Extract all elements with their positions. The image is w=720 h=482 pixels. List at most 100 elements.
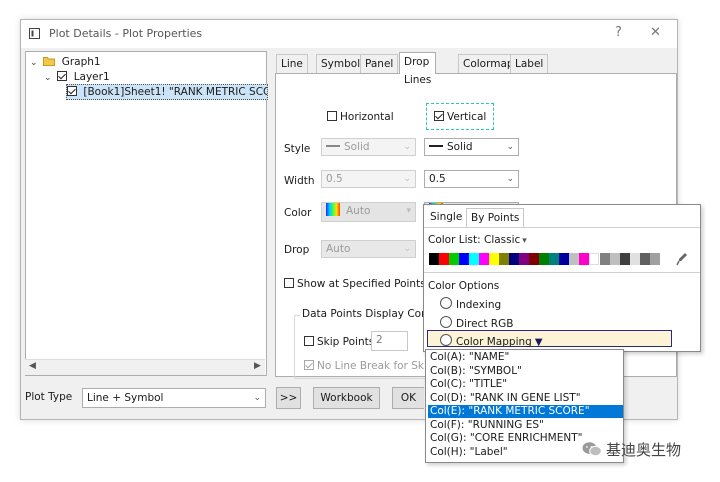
color-swatch[interactable] <box>549 253 559 265</box>
list-item[interactable]: Col(F): "RUNNING ES" <box>428 419 623 432</box>
color-mapping-radio[interactable] <box>440 334 452 346</box>
chevron-down-icon[interactable]: ⌄ <box>506 171 514 187</box>
list-item[interactable]: Col(A): "NAME" <box>428 351 623 364</box>
color-swatch[interactable] <box>459 253 469 265</box>
option-color-mapping[interactable]: Color Mapping ▼ <box>440 334 543 348</box>
show-at-points-option[interactable]: Show at Specified Points On <box>284 278 444 290</box>
chevron-down-icon: ⌄ <box>403 142 411 152</box>
skip-points-option[interactable]: Skip Points <box>304 336 374 348</box>
plot-type-label: Plot Type <box>25 391 73 403</box>
line-style-icon <box>326 145 340 147</box>
no-line-break-label: No Line Break for Skipp <box>317 360 441 372</box>
color-list-label: Color List: Classic <box>428 234 521 246</box>
chevron-down-icon[interactable]: ⌄ <box>506 139 514 155</box>
chevron-down-icon[interactable]: ⌄ <box>253 389 261 407</box>
vertical-checkbox[interactable] <box>434 111 444 121</box>
option-direct-rgb[interactable]: Direct RGB <box>440 316 513 330</box>
close-button[interactable]: ✕ <box>650 25 661 40</box>
eyedropper-icon[interactable] <box>676 252 688 266</box>
caret-down-icon: ▾ <box>406 206 411 216</box>
color-swatch[interactable] <box>630 253 640 265</box>
color-swatch[interactable] <box>569 253 579 265</box>
color-swatch[interactable] <box>559 253 569 265</box>
vertical-option[interactable]: Vertical <box>434 111 486 123</box>
ok-button[interactable]: OK <box>392 387 424 409</box>
chevron-down-icon[interactable]: ⌄ <box>30 56 40 70</box>
color-swatch[interactable] <box>640 253 650 265</box>
color-swatch[interactable] <box>519 253 529 265</box>
color-swatch[interactable] <box>499 253 509 265</box>
color-chooser-popup: Single By Points Color List: Classic ▾ Co… <box>423 204 701 352</box>
color-swatch[interactable] <box>509 253 519 265</box>
list-item-selected[interactable]: Col(E): "RANK METRIC SCORE" <box>428 405 623 418</box>
help-button[interactable]: ? <box>615 25 622 40</box>
watermark: 基迪奥生物 <box>582 439 681 460</box>
scroll-left-icon[interactable]: ◀ <box>29 361 36 371</box>
scroll-right-icon[interactable]: ▶ <box>254 361 261 371</box>
line-style-icon <box>429 145 443 147</box>
color-swatch[interactable] <box>610 253 620 265</box>
window-icon <box>29 28 40 39</box>
window-title: Plot Details - Plot Properties <box>49 27 203 40</box>
v-width-select[interactable]: 0.5 ⌄ <box>424 170 519 188</box>
option-indexing[interactable]: Indexing <box>440 297 501 311</box>
show-at-points-checkbox[interactable] <box>284 278 294 288</box>
color-list-select[interactable]: Color List: Classic ▾ <box>428 234 527 246</box>
list-item[interactable]: Col(C): "TITLE" <box>428 378 623 391</box>
color-swatch[interactable] <box>529 253 539 265</box>
caret-down-icon[interactable]: ▾ <box>522 236 527 246</box>
color-swatch[interactable] <box>600 253 610 265</box>
caret-down-icon[interactable]: ▼ <box>535 337 543 348</box>
tab-label[interactable]: Label <box>510 54 549 73</box>
color-swatch[interactable] <box>449 253 459 265</box>
expand-button[interactable]: >> <box>276 387 301 409</box>
horizontal-option[interactable]: Horizontal <box>327 111 394 123</box>
skip-points-checkbox[interactable] <box>304 336 314 346</box>
object-tree[interactable]: ⌄ Graph1 ⌄ Layer1 [Book1]Sheet1! "RANK M… <box>25 51 268 376</box>
popup-divider <box>424 227 700 228</box>
color-swatch[interactable] <box>579 253 589 265</box>
list-item[interactable]: Col(B): "SYMBOL" <box>428 365 623 378</box>
plot-type-select[interactable]: Line + Symbol ⌄ <box>82 388 266 408</box>
tab-by-points[interactable]: By Points <box>466 208 525 228</box>
show-at-points-label: Show at Specified Points On <box>297 278 444 290</box>
v-style-select[interactable]: Solid ⌄ <box>424 138 519 156</box>
color-swatch[interactable] <box>439 253 449 265</box>
color-mapping-label: Color Mapping <box>456 336 532 348</box>
layer-checkbox[interactable] <box>57 71 68 81</box>
workbook-button[interactable]: Workbook <box>313 387 380 409</box>
color-gradient-icon <box>326 203 340 216</box>
tab-symbol[interactable]: Symbol <box>316 54 366 73</box>
chevron-down-icon[interactable]: ⌄ <box>44 71 54 85</box>
tree-horizontal-scrollbar[interactable]: ◀ ▶ <box>25 359 265 375</box>
h-drop-value: Auto <box>326 243 351 255</box>
tab-line[interactable]: Line <box>276 54 308 73</box>
tree-item-graph[interactable]: ⌄ Graph1 <box>30 55 101 69</box>
color-swatch[interactable] <box>429 253 439 265</box>
color-swatch[interactable] <box>489 253 499 265</box>
skip-points-input[interactable]: 2 <box>371 331 408 351</box>
color-swatch[interactable] <box>539 253 549 265</box>
no-line-break-checkbox <box>304 360 314 370</box>
color-options-label: Color Options <box>428 280 500 292</box>
color-swatch[interactable] <box>620 253 630 265</box>
color-swatch[interactable] <box>479 253 489 265</box>
wechat-icon <box>582 442 602 457</box>
tree-item-label: [Book1]Sheet1! "RANK METRIC SCORE"(( <box>83 86 267 98</box>
chevron-down-icon: ⌄ <box>403 244 411 254</box>
horizontal-checkbox[interactable] <box>327 111 337 121</box>
color-swatch[interactable] <box>469 253 479 265</box>
color-swatch[interactable] <box>650 253 660 265</box>
tree-item-layer[interactable]: ⌄ Layer1 <box>44 70 110 84</box>
list-item[interactable]: Col(D): "RANK IN GENE LIST" <box>428 392 623 405</box>
plot-checkbox[interactable] <box>67 86 77 96</box>
indexing-radio[interactable] <box>440 297 452 309</box>
chevron-down-icon: ⌄ <box>403 174 411 184</box>
color-label: Color <box>284 207 312 219</box>
tab-panel[interactable]: Panel <box>360 54 399 73</box>
tree-item-plot[interactable]: [Book1]Sheet1! "RANK METRIC SCORE"(( <box>66 84 268 100</box>
direct-rgb-radio[interactable] <box>440 316 452 328</box>
tab-single[interactable]: Single <box>426 208 466 227</box>
color-swatch[interactable] <box>589 253 599 265</box>
tab-drop-lines[interactable]: Drop Lines <box>399 52 437 86</box>
